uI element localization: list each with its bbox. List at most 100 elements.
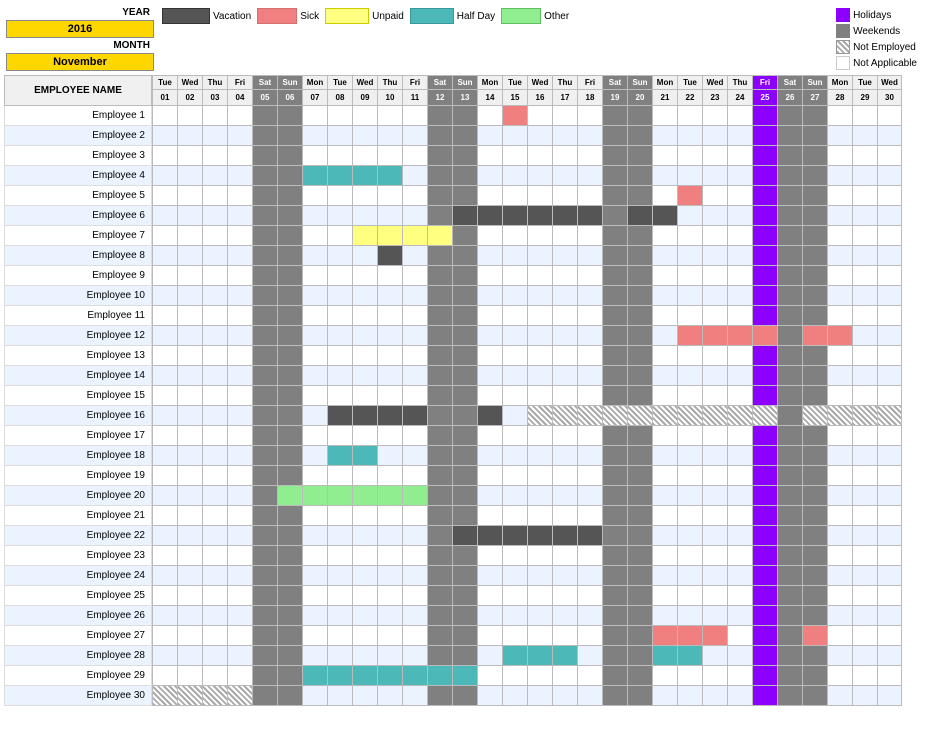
day-cell bbox=[852, 506, 877, 526]
day-cell bbox=[477, 266, 502, 286]
day-cell bbox=[252, 326, 277, 346]
day-cell bbox=[852, 586, 877, 606]
day-cell bbox=[252, 686, 277, 706]
day-cell bbox=[802, 606, 827, 626]
day-cell bbox=[727, 406, 752, 426]
day-cell bbox=[502, 646, 527, 666]
day-cell bbox=[627, 546, 652, 566]
day-cell bbox=[427, 546, 452, 566]
day-cell bbox=[677, 686, 702, 706]
day-cell bbox=[202, 406, 227, 426]
day-cell bbox=[227, 686, 252, 706]
day-cell bbox=[752, 426, 777, 446]
day-cell bbox=[227, 166, 252, 186]
day-cell bbox=[677, 646, 702, 666]
day-cell bbox=[252, 386, 277, 406]
day-cell bbox=[777, 586, 802, 606]
day-cell bbox=[702, 506, 727, 526]
day-cell bbox=[502, 466, 527, 486]
day-cell bbox=[877, 266, 902, 286]
day-cell bbox=[552, 366, 577, 386]
day-cell bbox=[577, 346, 602, 366]
day-cell bbox=[152, 686, 177, 706]
day-cell bbox=[627, 526, 652, 546]
month-value[interactable]: November bbox=[6, 53, 154, 71]
day-cell bbox=[852, 126, 877, 146]
day-cell bbox=[527, 286, 552, 306]
day-cell bbox=[327, 186, 352, 206]
day-cell bbox=[777, 506, 802, 526]
day-cell bbox=[202, 626, 227, 646]
day-cell bbox=[577, 466, 602, 486]
date-cell: 19 bbox=[602, 90, 627, 106]
weekend-label: Weekends bbox=[853, 26, 900, 37]
day-cell bbox=[327, 626, 352, 646]
day-cell bbox=[252, 446, 277, 466]
dow-cell: Mon bbox=[827, 75, 852, 90]
day-cell bbox=[802, 586, 827, 606]
day-cell bbox=[402, 666, 427, 686]
day-cell bbox=[202, 146, 227, 166]
day-cell bbox=[327, 106, 352, 126]
day-cell bbox=[552, 126, 577, 146]
day-cell bbox=[427, 386, 452, 406]
day-cell bbox=[402, 406, 427, 426]
day-cell bbox=[227, 326, 252, 346]
day-cell bbox=[602, 266, 627, 286]
day-cell bbox=[302, 586, 327, 606]
day-cell bbox=[777, 526, 802, 546]
day-cell bbox=[377, 686, 402, 706]
day-cell bbox=[277, 666, 302, 686]
day-cell bbox=[427, 566, 452, 586]
day-cell bbox=[552, 306, 577, 326]
day-cell bbox=[227, 546, 252, 566]
employee-name-cell: Employee 5 bbox=[4, 186, 152, 206]
employee-name-cell: Employee 4 bbox=[4, 166, 152, 186]
day-cell bbox=[527, 426, 552, 446]
dow-cell: Sun bbox=[802, 75, 827, 90]
day-cell bbox=[452, 626, 477, 646]
day-cell bbox=[152, 266, 177, 286]
day-cell bbox=[777, 386, 802, 406]
day-cell bbox=[477, 406, 502, 426]
day-cell bbox=[802, 526, 827, 546]
day-cell bbox=[677, 226, 702, 246]
day-cell bbox=[177, 546, 202, 566]
day-cell bbox=[302, 446, 327, 466]
day-cell bbox=[802, 626, 827, 646]
day-cell bbox=[727, 386, 752, 406]
day-cell bbox=[702, 366, 727, 386]
date-cell: 01 bbox=[152, 90, 177, 106]
day-cell bbox=[152, 146, 177, 166]
day-cell bbox=[677, 206, 702, 226]
day-cell bbox=[177, 626, 202, 646]
day-cell bbox=[477, 226, 502, 246]
day-cell bbox=[727, 246, 752, 266]
table-row bbox=[152, 386, 923, 406]
day-cell bbox=[177, 206, 202, 226]
day-cell bbox=[652, 466, 677, 486]
day-cell bbox=[427, 646, 452, 666]
day-cell bbox=[152, 386, 177, 406]
year-value[interactable]: 2016 bbox=[6, 20, 154, 38]
day-cell bbox=[202, 446, 227, 466]
day-cell bbox=[677, 346, 702, 366]
day-cell bbox=[727, 666, 752, 686]
day-cell bbox=[802, 406, 827, 426]
date-cell: 05 bbox=[252, 90, 277, 106]
day-cell bbox=[652, 586, 677, 606]
dow-cell: Fri bbox=[577, 75, 602, 90]
day-cell bbox=[477, 206, 502, 226]
day-cell bbox=[502, 326, 527, 346]
day-cell bbox=[227, 486, 252, 506]
day-cell bbox=[677, 446, 702, 466]
day-cell bbox=[427, 426, 452, 446]
date-cell: 16 bbox=[527, 90, 552, 106]
day-cell bbox=[777, 246, 802, 266]
day-cell bbox=[327, 126, 352, 146]
day-cell bbox=[427, 326, 452, 346]
day-cell bbox=[202, 466, 227, 486]
day-cell bbox=[402, 266, 427, 286]
day-cell bbox=[552, 506, 577, 526]
day-cell bbox=[302, 666, 327, 686]
